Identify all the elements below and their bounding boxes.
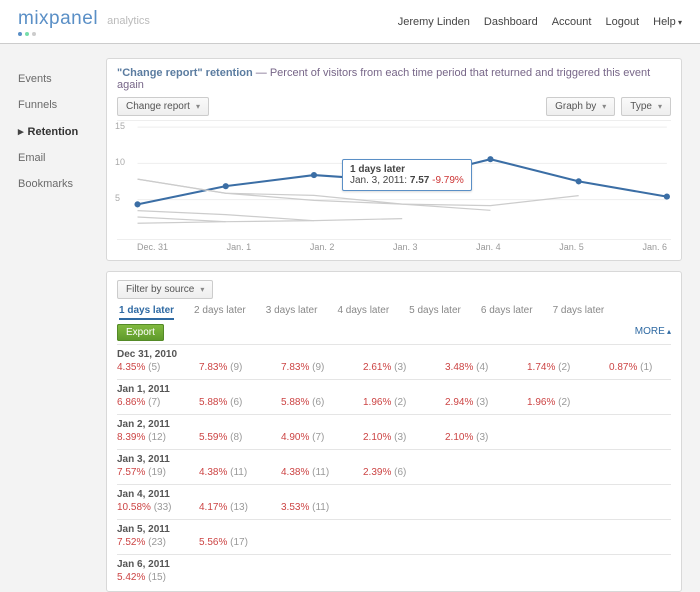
chart-tooltip: 1 days later Jan. 3, 2011: 7.57 -9.79% [342,159,472,191]
chart-panel: "Change report" retention — Percent of v… [106,58,682,261]
topnav-dashboard[interactable]: Dashboard [484,16,538,28]
sidebar-item-funnels[interactable]: Funnels [18,92,100,118]
top-bar: mixpanel analytics Jeremy Linden Dashboa… [0,0,700,44]
sidebar-item-events[interactable]: Events [18,66,100,92]
topnav-logout[interactable]: Logout [605,16,639,28]
brand-subtitle: analytics [107,15,150,27]
graph-by-select[interactable]: Graph by [546,97,615,116]
tab-1-days[interactable]: 1 days later [119,305,174,320]
change-report-select[interactable]: Change report [117,97,209,116]
row-date: Jan 3, 2011 [117,454,671,465]
table-row: Jan 2, 20118.39% (12)5.59% (8)4.90% (7)2… [117,414,671,443]
top-nav: Jeremy Linden Dashboard Account Logout H… [398,16,682,28]
row-date: Dec 31, 2010 [117,349,671,360]
table-row: Jan 4, 201110.58% (33)4.17% (13)3.53% (1… [117,484,671,513]
table-row: Dec 31, 20104.35% (5)7.83% (9)7.83% (9)2… [117,344,671,373]
table-row: Jan 3, 20117.57% (19)4.38% (11)4.38% (11… [117,449,671,478]
tab-5-days[interactable]: 5 days later [409,305,461,320]
row-date: Jan 4, 2011 [117,489,671,500]
tab-4-days[interactable]: 4 days later [337,305,389,320]
topnav-account[interactable]: Account [552,16,592,28]
table-panel: Filter by source 1 days later 2 days late… [106,271,682,592]
sidebar-item-retention[interactable]: Retention [18,118,100,145]
days-tabs: 1 days later 2 days later 3 days later 4 da… [119,305,671,320]
tab-2-days[interactable]: 2 days later [194,305,246,320]
sidebar-item-email[interactable]: Email [18,145,100,171]
report-title: "Change report" retention — Percent of v… [117,67,671,91]
brand-dots [18,32,150,36]
row-date: Jan 5, 2011 [117,524,671,535]
filter-source-select[interactable]: Filter by source [117,280,213,299]
table-row: Jan 1, 20116.86% (7)5.88% (6)5.88% (6)1.… [117,379,671,408]
row-date: Jan 1, 2011 [117,384,671,395]
tab-6-days[interactable]: 6 days later [481,305,533,320]
more-link[interactable]: MORE [635,326,671,337]
topnav-help[interactable]: Help [653,16,682,28]
row-date: Jan 6, 2011 [117,559,671,570]
tab-7-days[interactable]: 7 days later [553,305,605,320]
sidebar-item-bookmarks[interactable]: Bookmarks [18,171,100,197]
table-row: Jan 5, 20117.52% (23)5.56% (17) [117,519,671,548]
topnav-user[interactable]: Jeremy Linden [398,16,470,28]
brand-logo[interactable]: mixpanel [18,8,98,29]
retention-chart: 15 10 5 1 days later Jan. 3, 2011: 7.57 … [117,120,671,240]
sidebar: EventsFunnelsRetentionEmailBookmarks [0,44,106,592]
export-button[interactable]: Export [117,324,164,341]
type-select[interactable]: Type [621,97,671,116]
tab-3-days[interactable]: 3 days later [266,305,318,320]
table-row: Jan 6, 20115.42% (15) [117,554,671,583]
row-date: Jan 2, 2011 [117,419,671,430]
